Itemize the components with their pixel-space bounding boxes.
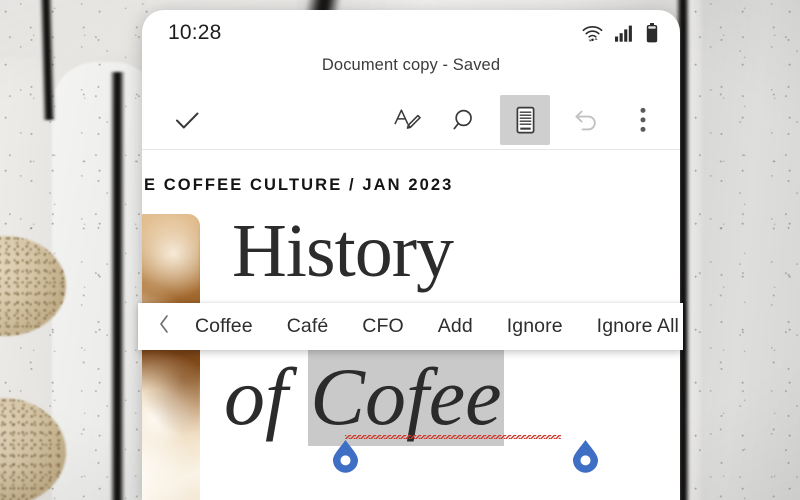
kicker-date: JAN 2023 <box>362 176 454 194</box>
status-bar: 10:28 <box>142 10 680 56</box>
checkmark-icon <box>173 106 201 134</box>
done-checkmark-button[interactable] <box>164 97 210 143</box>
battery-icon <box>646 23 658 43</box>
suggestion-item-ignore-all[interactable]: Ignore All <box>580 309 696 344</box>
wifi-icon <box>581 24 604 43</box>
suggestion-prev-button[interactable] <box>150 307 178 347</box>
status-bar-clock: 10:28 <box>168 21 222 44</box>
headline-line-2: of Cofee <box>224 349 504 446</box>
suggestion-item-coffee[interactable]: Coffee <box>178 309 270 344</box>
document-title: Document copy - Saved <box>321 56 501 74</box>
more-vertical-icon <box>640 107 646 133</box>
overflow-menu-button[interactable] <box>620 97 666 143</box>
text-format-button[interactable] <box>384 97 430 143</box>
kicker-section: E COFFEE CULTURE / <box>144 176 356 194</box>
chevron-left-icon <box>158 314 170 339</box>
headline-line-1: History <box>232 209 454 293</box>
suggestion-item-ignore[interactable]: Ignore <box>490 309 580 344</box>
suggestion-item-cfo[interactable]: CFO <box>345 309 420 344</box>
letter-a-pencil-icon <box>392 105 422 135</box>
status-bar-icons <box>581 23 658 43</box>
toolbar-right-group <box>384 95 666 145</box>
suggestion-item-cafe[interactable]: Café <box>270 309 346 344</box>
spellcheck-suggestion-bar: Coffee Café CFO Add Ignore Ignore All <box>138 303 683 350</box>
undo-arrow-icon <box>570 105 600 135</box>
search-button[interactable] <box>442 97 488 143</box>
headline-prefix: of <box>224 351 309 442</box>
undo-button[interactable] <box>562 97 608 143</box>
search-icon <box>451 106 479 134</box>
suggestion-items: Coffee Café CFO Add Ignore Ignore All <box>178 309 696 344</box>
mobile-view-button[interactable] <box>500 95 550 145</box>
cellular-signal-icon <box>615 25 635 42</box>
selection-handle-end[interactable] <box>572 440 599 473</box>
suggestion-item-add[interactable]: Add <box>421 309 490 344</box>
mobile-view-icon <box>512 105 539 135</box>
document-kicker: E COFFEE CULTURE / JAN 2023 <box>144 176 453 195</box>
screenshot-stage: 10:28 Document copy - Saved E COFFEE CUL… <box>0 0 800 500</box>
selection-handle-start[interactable] <box>332 440 359 473</box>
editor-toolbar <box>142 91 680 150</box>
phone-screen: 10:28 Document copy - Saved E COFFEE CUL… <box>142 10 680 500</box>
misspelled-selected-word[interactable]: Cofee <box>308 349 504 446</box>
latte-art-photo <box>142 214 200 500</box>
spell-error-underline <box>345 435 561 439</box>
